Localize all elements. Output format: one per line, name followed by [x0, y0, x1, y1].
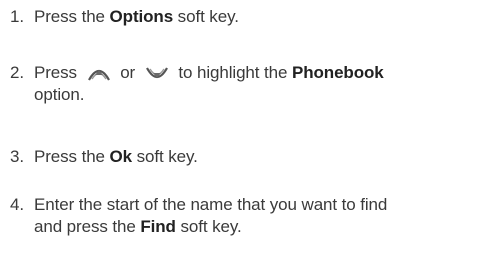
step-number: 2. — [10, 63, 24, 82]
step-text: or — [115, 63, 140, 82]
step-text: Press the — [34, 147, 110, 166]
step-text: Enter the start of the name that you wan… — [34, 195, 388, 214]
step-text: to highlight the — [173, 63, 292, 82]
instruction-steps: 1. Press the Options soft key. 2. Press or… — [0, 0, 504, 254]
step-text: soft key. — [132, 147, 198, 166]
step-text: Press — [34, 63, 82, 82]
step-3: 3. Press the Ok soft key. — [10, 146, 500, 168]
step-number: 4. — [10, 195, 24, 214]
step-text: soft key. — [175, 217, 242, 236]
step-4: 4. Enter the start of the name that you w… — [10, 194, 500, 238]
step-text-continued: and press the Find soft key. — [10, 216, 500, 238]
options-key-label: Options — [109, 7, 174, 26]
ok-key-label: Ok — [109, 147, 133, 166]
step-2: 2. Press or to highlight the Phonebook op… — [10, 62, 500, 106]
step-text: Press the — [34, 7, 110, 26]
phonebook-option-label: Phonebook — [291, 63, 384, 82]
step-number: 1. — [10, 7, 24, 26]
scroll-down-key-icon — [144, 64, 170, 84]
step-text: and press the — [34, 217, 141, 236]
step-text-continued: option. — [34, 85, 85, 104]
find-key-label: Find — [140, 217, 176, 236]
step-text: soft key. — [173, 7, 239, 26]
scroll-up-key-icon — [86, 64, 112, 84]
step-1: 1. Press the Options soft key. — [10, 6, 500, 28]
step-number: 3. — [10, 147, 24, 166]
